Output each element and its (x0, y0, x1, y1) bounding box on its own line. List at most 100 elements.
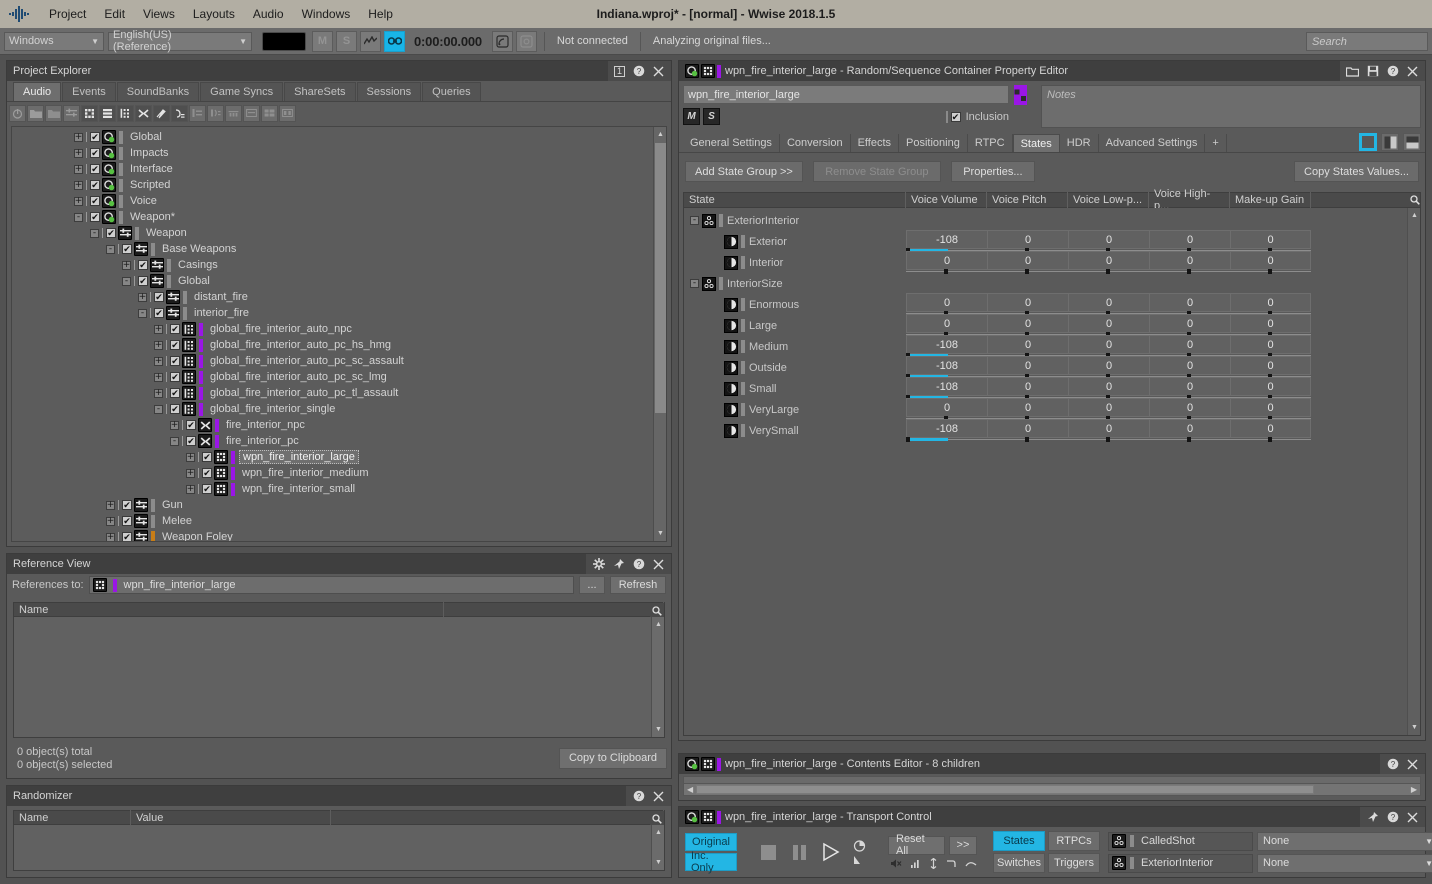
menu-project[interactable]: Project (40, 4, 95, 24)
open-icon[interactable] (1346, 65, 1359, 78)
state-value-cell[interactable]: 0 (1230, 230, 1311, 249)
menu-layouts[interactable]: Layouts (184, 4, 244, 24)
column-value[interactable]: Value (131, 810, 331, 825)
tree-item-interior-fire[interactable]: - ✔ interior_fire (12, 305, 666, 321)
state-value-cell[interactable]: 0 (987, 251, 1068, 270)
help-icon[interactable]: ? (1386, 65, 1399, 78)
help-icon[interactable]: ? (1386, 811, 1399, 824)
inclusion-checkbox[interactable]: ✔ (138, 260, 148, 270)
tree-item-fire-interior-npc[interactable]: + ✔ fire_interior_npc (12, 417, 666, 433)
expand-toggle-icon[interactable]: + (186, 452, 195, 462)
collapse-toggle-icon[interactable]: - (74, 212, 83, 222)
tab-soundbanks[interactable]: SoundBanks (116, 82, 200, 101)
search-icon[interactable] (1410, 195, 1420, 205)
more-options-button[interactable]: >> (948, 835, 977, 855)
music-playlist-icon[interactable] (171, 104, 188, 122)
tree-item-weapon-foley[interactable]: + ✔ Weapon Foley (12, 529, 666, 541)
expand-toggle-icon[interactable]: + (154, 340, 163, 350)
multi-editor-icon[interactable] (279, 104, 296, 122)
search-icon[interactable] (650, 603, 664, 618)
tree-item-weapon-[interactable]: - ✔ Weapon* (12, 209, 666, 225)
state-value-cell[interactable]: 0 (1068, 230, 1149, 249)
tree-item-wpn-fire-interior-small[interactable]: + ✔ wpn_fire_interior_small (12, 481, 666, 497)
solo-button[interactable]: S (703, 108, 720, 125)
scroll-right-arrow[interactable]: ▶ (1411, 785, 1417, 794)
expand-toggle-icon[interactable]: + (154, 324, 163, 334)
tab-conversion[interactable]: Conversion (780, 134, 851, 152)
randomizer-list-body[interactable]: ▲ ▼ (13, 825, 665, 871)
power-icon[interactable] (9, 104, 26, 122)
collapse-toggle-icon[interactable]: - (690, 216, 699, 225)
expand-toggle-icon[interactable]: + (74, 180, 83, 190)
split-horizontal-view-button[interactable] (1403, 133, 1421, 151)
state-value-cell[interactable]: 0 (1149, 230, 1230, 249)
music-segment-icon[interactable] (153, 104, 170, 122)
tab-positioning[interactable]: Positioning (899, 134, 968, 152)
reset-all-button[interactable]: Reset All (888, 833, 945, 857)
inclusion-checkbox[interactable]: ✔ (170, 388, 180, 398)
state-value-slider[interactable] (1149, 269, 1230, 274)
state-value-dropdown-calledshot[interactable]: None ▼ (1257, 831, 1432, 851)
state-value-cell[interactable]: 0 (906, 251, 987, 270)
envelope-icon[interactable] (853, 854, 866, 865)
stop-button[interactable] (759, 843, 778, 862)
reference-list-scrollbar[interactable]: ▲ ▼ (651, 617, 664, 737)
state-value-cell[interactable]: 0 (1149, 293, 1230, 312)
state-value-slider[interactable] (906, 269, 987, 274)
bus-icon[interactable] (225, 104, 242, 122)
state-value-cell[interactable]: -108 (906, 419, 987, 438)
help-icon[interactable]: ? (632, 790, 645, 803)
expand-toggle-icon[interactable]: + (74, 132, 83, 142)
tree-item-impacts[interactable]: + ✔ Impacts (12, 145, 666, 161)
contents-horizontal-scrollbar[interactable]: ◀ ▶ (683, 783, 1421, 796)
soundbank-icon[interactable] (243, 104, 260, 122)
inclusion-checkbox[interactable]: ✔ (122, 532, 132, 541)
tab-game-syncs[interactable]: Game Syncs (200, 82, 284, 101)
tree-item-base-weapons[interactable]: - ✔ Base Weapons (12, 241, 666, 257)
close-icon[interactable] (652, 558, 665, 571)
platform-selector[interactable]: Windows ▼ (4, 31, 104, 51)
pin-icon[interactable] (1366, 811, 1379, 824)
state-value-cell[interactable]: 0 (1068, 419, 1149, 438)
expand-toggle-icon[interactable]: + (74, 196, 83, 206)
highpass-reset-icon[interactable] (965, 858, 977, 869)
toggle-states[interactable]: States (993, 831, 1045, 851)
remote-connect-icon[interactable] (491, 30, 513, 52)
copy-folder-icon[interactable] (45, 104, 62, 122)
state-value-cell[interactable]: 0 (1149, 419, 1230, 438)
close-icon[interactable] (1406, 758, 1419, 771)
tree-item-casings[interactable]: + ✔ Casings (12, 257, 666, 273)
remove-state-group-button[interactable]: Remove State Group (812, 161, 941, 182)
view-index-badge[interactable]: 1 (614, 65, 625, 77)
inclusion-checkbox[interactable]: ✔ (90, 196, 100, 206)
state-value-cell[interactable]: 0 (906, 293, 987, 312)
state-value-cell[interactable]: 0 (1068, 356, 1149, 375)
pin-icon[interactable] (612, 558, 625, 571)
scroll-down-arrow[interactable]: ▼ (653, 857, 664, 868)
attenuation-icon[interactable] (207, 104, 224, 122)
profiler-graph-icon[interactable] (360, 30, 381, 52)
state-value-cell[interactable]: 0 (1149, 356, 1230, 375)
expand-toggle-icon[interactable]: + (74, 148, 83, 158)
expand-toggle-icon[interactable]: + (154, 388, 163, 398)
split-vertical-view-button[interactable] (1381, 133, 1399, 151)
inclusion-checkbox[interactable]: ✔ (170, 324, 180, 334)
state-value-cell[interactable]: 0 (1230, 398, 1311, 417)
tab-sharesets[interactable]: ShareSets (284, 82, 356, 101)
column-name[interactable]: Name (14, 602, 444, 617)
expand-toggle-icon[interactable]: + (106, 500, 115, 510)
state-group-row-exteriorinterior[interactable]: - ExteriorInterior (684, 210, 1420, 231)
new-folder-icon[interactable] (27, 104, 44, 122)
inclusion-checkbox[interactable]: ✔ (170, 372, 180, 382)
reference-list-body[interactable]: ▲ ▼ (13, 617, 665, 738)
expand-toggle-icon[interactable]: + (106, 516, 115, 526)
scroll-down-arrow[interactable]: ▼ (653, 724, 664, 735)
help-icon[interactable]: ? (1386, 758, 1399, 771)
tree-item-gun[interactable]: + ✔ Gun (12, 497, 666, 513)
search-input[interactable]: Search (1306, 32, 1428, 51)
inclusion-checkbox[interactable]: ✔ (138, 276, 148, 286)
close-icon[interactable] (1406, 65, 1419, 78)
states-scrollbar[interactable]: ▲ ▼ (1407, 208, 1420, 735)
menu-windows[interactable]: Windows (293, 4, 360, 24)
sequence-container-icon[interactable] (99, 104, 116, 122)
